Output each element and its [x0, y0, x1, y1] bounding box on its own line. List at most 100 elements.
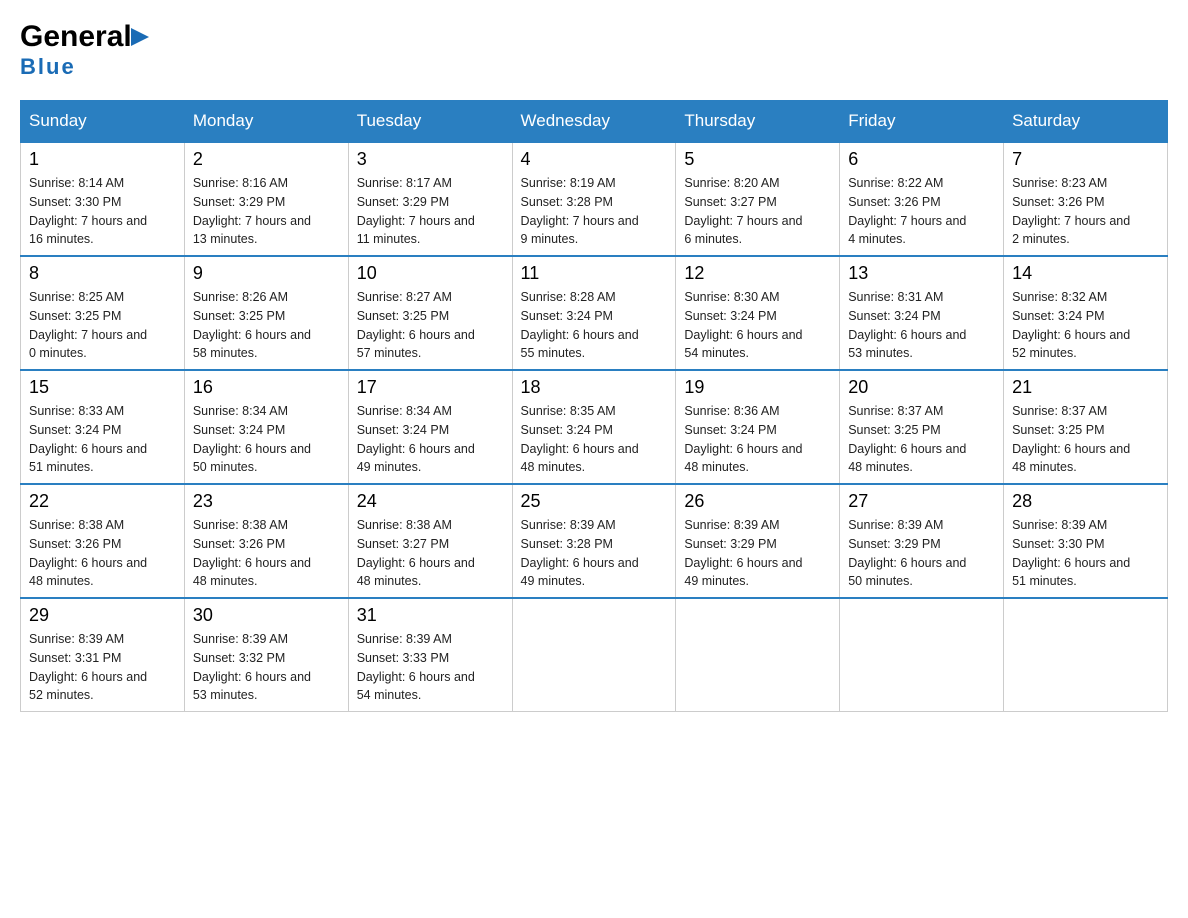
calendar-cell: 8 Sunrise: 8:25 AMSunset: 3:25 PMDayligh…: [21, 256, 185, 370]
weekday-header-row: SundayMondayTuesdayWednesdayThursdayFrid…: [21, 101, 1168, 143]
calendar-cell: 7 Sunrise: 8:23 AMSunset: 3:26 PMDayligh…: [1004, 142, 1168, 256]
weekday-header-sunday: Sunday: [21, 101, 185, 143]
day-number: 28: [1012, 491, 1159, 512]
calendar-cell: 24 Sunrise: 8:38 AMSunset: 3:27 PMDaylig…: [348, 484, 512, 598]
day-number: 7: [1012, 149, 1159, 170]
day-info: Sunrise: 8:36 AMSunset: 3:24 PMDaylight:…: [684, 402, 831, 477]
day-info: Sunrise: 8:39 AMSunset: 3:29 PMDaylight:…: [848, 516, 995, 591]
day-number: 4: [521, 149, 668, 170]
logo-blue-text: Blue: [20, 54, 76, 80]
calendar-cell: 4 Sunrise: 8:19 AMSunset: 3:28 PMDayligh…: [512, 142, 676, 256]
calendar-cell: [1004, 598, 1168, 712]
day-number: 19: [684, 377, 831, 398]
day-info: Sunrise: 8:30 AMSunset: 3:24 PMDaylight:…: [684, 288, 831, 363]
day-info: Sunrise: 8:38 AMSunset: 3:27 PMDaylight:…: [357, 516, 504, 591]
day-info: Sunrise: 8:37 AMSunset: 3:25 PMDaylight:…: [848, 402, 995, 477]
day-info: Sunrise: 8:34 AMSunset: 3:24 PMDaylight:…: [193, 402, 340, 477]
day-number: 26: [684, 491, 831, 512]
day-info: Sunrise: 8:39 AMSunset: 3:30 PMDaylight:…: [1012, 516, 1159, 591]
day-info: Sunrise: 8:38 AMSunset: 3:26 PMDaylight:…: [29, 516, 176, 591]
calendar-cell: 27 Sunrise: 8:39 AMSunset: 3:29 PMDaylig…: [840, 484, 1004, 598]
calendar-cell: 29 Sunrise: 8:39 AMSunset: 3:31 PMDaylig…: [21, 598, 185, 712]
day-number: 8: [29, 263, 176, 284]
day-number: 27: [848, 491, 995, 512]
calendar-cell: 14 Sunrise: 8:32 AMSunset: 3:24 PMDaylig…: [1004, 256, 1168, 370]
day-info: Sunrise: 8:38 AMSunset: 3:26 PMDaylight:…: [193, 516, 340, 591]
day-info: Sunrise: 8:14 AMSunset: 3:30 PMDaylight:…: [29, 174, 176, 249]
day-number: 11: [521, 263, 668, 284]
day-info: Sunrise: 8:25 AMSunset: 3:25 PMDaylight:…: [29, 288, 176, 363]
calendar-header: SundayMondayTuesdayWednesdayThursdayFrid…: [21, 101, 1168, 143]
day-info: Sunrise: 8:23 AMSunset: 3:26 PMDaylight:…: [1012, 174, 1159, 249]
calendar-table: SundayMondayTuesdayWednesdayThursdayFrid…: [20, 100, 1168, 712]
weekday-header-thursday: Thursday: [676, 101, 840, 143]
day-info: Sunrise: 8:31 AMSunset: 3:24 PMDaylight:…: [848, 288, 995, 363]
day-number: 23: [193, 491, 340, 512]
day-info: Sunrise: 8:19 AMSunset: 3:28 PMDaylight:…: [521, 174, 668, 249]
day-number: 2: [193, 149, 340, 170]
weekday-header-saturday: Saturday: [1004, 101, 1168, 143]
calendar-cell: 22 Sunrise: 8:38 AMSunset: 3:26 PMDaylig…: [21, 484, 185, 598]
day-number: 30: [193, 605, 340, 626]
week-row-1: 1 Sunrise: 8:14 AMSunset: 3:30 PMDayligh…: [21, 142, 1168, 256]
calendar-cell: [512, 598, 676, 712]
day-info: Sunrise: 8:17 AMSunset: 3:29 PMDaylight:…: [357, 174, 504, 249]
calendar-cell: 15 Sunrise: 8:33 AMSunset: 3:24 PMDaylig…: [21, 370, 185, 484]
calendar-cell: 3 Sunrise: 8:17 AMSunset: 3:29 PMDayligh…: [348, 142, 512, 256]
day-info: Sunrise: 8:27 AMSunset: 3:25 PMDaylight:…: [357, 288, 504, 363]
day-number: 9: [193, 263, 340, 284]
calendar-cell: 25 Sunrise: 8:39 AMSunset: 3:28 PMDaylig…: [512, 484, 676, 598]
day-number: 18: [521, 377, 668, 398]
day-info: Sunrise: 8:39 AMSunset: 3:32 PMDaylight:…: [193, 630, 340, 705]
calendar-cell: 21 Sunrise: 8:37 AMSunset: 3:25 PMDaylig…: [1004, 370, 1168, 484]
weekday-header-monday: Monday: [184, 101, 348, 143]
day-info: Sunrise: 8:39 AMSunset: 3:29 PMDaylight:…: [684, 516, 831, 591]
calendar-cell: 11 Sunrise: 8:28 AMSunset: 3:24 PMDaylig…: [512, 256, 676, 370]
calendar-cell: [840, 598, 1004, 712]
logo-general-text: General: [20, 20, 132, 54]
week-row-3: 15 Sunrise: 8:33 AMSunset: 3:24 PMDaylig…: [21, 370, 1168, 484]
day-number: 15: [29, 377, 176, 398]
calendar-cell: 10 Sunrise: 8:27 AMSunset: 3:25 PMDaylig…: [348, 256, 512, 370]
day-info: Sunrise: 8:39 AMSunset: 3:28 PMDaylight:…: [521, 516, 668, 591]
day-number: 21: [1012, 377, 1159, 398]
calendar-cell: 5 Sunrise: 8:20 AMSunset: 3:27 PMDayligh…: [676, 142, 840, 256]
day-info: Sunrise: 8:39 AMSunset: 3:33 PMDaylight:…: [357, 630, 504, 705]
calendar-cell: 17 Sunrise: 8:34 AMSunset: 3:24 PMDaylig…: [348, 370, 512, 484]
calendar-cell: 19 Sunrise: 8:36 AMSunset: 3:24 PMDaylig…: [676, 370, 840, 484]
day-info: Sunrise: 8:33 AMSunset: 3:24 PMDaylight:…: [29, 402, 176, 477]
calendar-cell: 1 Sunrise: 8:14 AMSunset: 3:30 PMDayligh…: [21, 142, 185, 256]
calendar-cell: 18 Sunrise: 8:35 AMSunset: 3:24 PMDaylig…: [512, 370, 676, 484]
logo-arrow-icon: [129, 26, 151, 48]
day-number: 16: [193, 377, 340, 398]
day-number: 3: [357, 149, 504, 170]
calendar-cell: 2 Sunrise: 8:16 AMSunset: 3:29 PMDayligh…: [184, 142, 348, 256]
day-number: 31: [357, 605, 504, 626]
day-info: Sunrise: 8:39 AMSunset: 3:31 PMDaylight:…: [29, 630, 176, 705]
day-info: Sunrise: 8:28 AMSunset: 3:24 PMDaylight:…: [521, 288, 668, 363]
calendar-cell: 28 Sunrise: 8:39 AMSunset: 3:30 PMDaylig…: [1004, 484, 1168, 598]
calendar-cell: 9 Sunrise: 8:26 AMSunset: 3:25 PMDayligh…: [184, 256, 348, 370]
logo: General Blue: [20, 20, 151, 80]
week-row-5: 29 Sunrise: 8:39 AMSunset: 3:31 PMDaylig…: [21, 598, 1168, 712]
calendar-cell: 30 Sunrise: 8:39 AMSunset: 3:32 PMDaylig…: [184, 598, 348, 712]
day-info: Sunrise: 8:16 AMSunset: 3:29 PMDaylight:…: [193, 174, 340, 249]
day-number: 17: [357, 377, 504, 398]
calendar-cell: 13 Sunrise: 8:31 AMSunset: 3:24 PMDaylig…: [840, 256, 1004, 370]
calendar-cell: 26 Sunrise: 8:39 AMSunset: 3:29 PMDaylig…: [676, 484, 840, 598]
page-header: General Blue: [20, 20, 1168, 80]
day-info: Sunrise: 8:32 AMSunset: 3:24 PMDaylight:…: [1012, 288, 1159, 363]
calendar-cell: 6 Sunrise: 8:22 AMSunset: 3:26 PMDayligh…: [840, 142, 1004, 256]
day-number: 1: [29, 149, 176, 170]
day-number: 6: [848, 149, 995, 170]
day-number: 12: [684, 263, 831, 284]
day-number: 25: [521, 491, 668, 512]
day-number: 20: [848, 377, 995, 398]
week-row-2: 8 Sunrise: 8:25 AMSunset: 3:25 PMDayligh…: [21, 256, 1168, 370]
day-info: Sunrise: 8:34 AMSunset: 3:24 PMDaylight:…: [357, 402, 504, 477]
day-info: Sunrise: 8:26 AMSunset: 3:25 PMDaylight:…: [193, 288, 340, 363]
day-info: Sunrise: 8:35 AMSunset: 3:24 PMDaylight:…: [521, 402, 668, 477]
day-number: 14: [1012, 263, 1159, 284]
calendar-body: 1 Sunrise: 8:14 AMSunset: 3:30 PMDayligh…: [21, 142, 1168, 712]
day-number: 29: [29, 605, 176, 626]
